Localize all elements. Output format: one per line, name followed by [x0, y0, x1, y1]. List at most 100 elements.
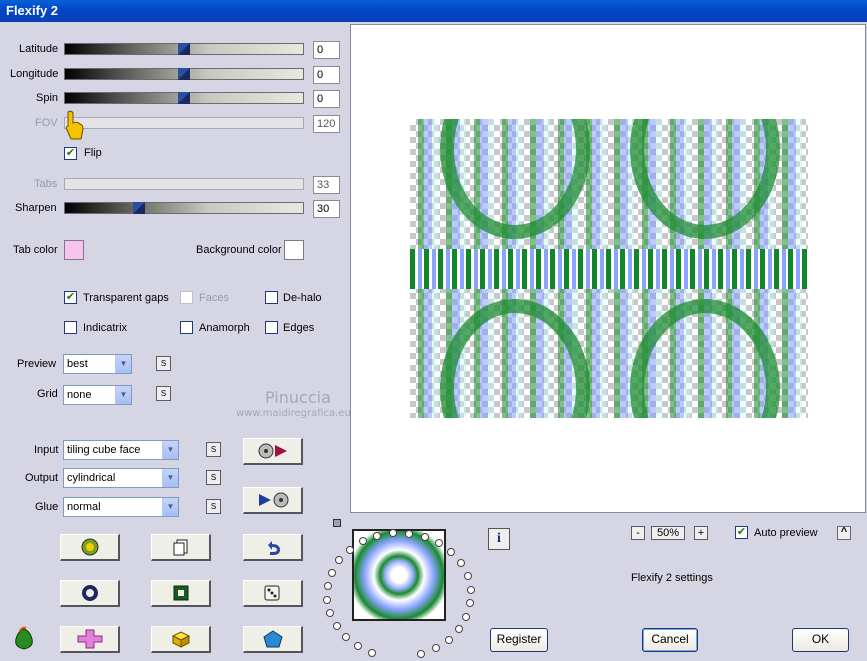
input-label: Input: [34, 444, 59, 456]
tabs-value[interactable]: 33: [313, 176, 340, 194]
tab-color-label: Tab color: [13, 244, 58, 256]
ring-dot: [405, 529, 414, 538]
background-color-swatch[interactable]: [284, 240, 304, 260]
ring-dot: [447, 548, 456, 557]
ok-button[interactable]: OK: [792, 628, 849, 652]
info-button[interactable]: i: [488, 528, 510, 550]
indicatrix-checkbox[interactable]: [64, 321, 77, 334]
preview-pane[interactable]: [350, 24, 866, 513]
grid-select-value: none: [67, 389, 92, 401]
transparent-gaps-label: Transparent gaps: [83, 292, 169, 304]
auto-preview-checkbox[interactable]: ✔: [735, 526, 748, 539]
ring-dot: [462, 612, 471, 621]
flip-label: Flip: [84, 147, 102, 159]
transparent-gaps-checkbox[interactable]: ✔: [64, 291, 77, 304]
ring-dot: [463, 571, 472, 580]
cancel-button[interactable]: Cancel: [642, 628, 698, 652]
grid-select[interactable]: none ▼: [63, 385, 132, 405]
pentagon-icon: [262, 630, 283, 648]
ring-dot: [466, 599, 475, 608]
output-s-button[interactable]: S: [206, 470, 221, 485]
register-button[interactable]: Register: [490, 628, 548, 652]
glue-s-button[interactable]: S: [206, 499, 221, 514]
pentagon-button[interactable]: [243, 626, 303, 653]
spin-label: Spin: [36, 92, 59, 104]
longitude-value[interactable]: 0: [313, 66, 340, 84]
fov-value[interactable]: 120: [313, 115, 340, 133]
chevron-down-icon[interactable]: ▼: [115, 386, 131, 404]
edges-label: Edges: [283, 322, 315, 334]
cube-button[interactable]: [151, 626, 211, 653]
load-input-button[interactable]: [243, 438, 303, 465]
collapse-button[interactable]: ^: [837, 526, 851, 540]
ring-icon: [81, 585, 98, 601]
dice-icon: [264, 585, 279, 601]
preview-label: Preview: [17, 358, 57, 370]
slider-thumb[interactable]: [178, 68, 190, 80]
undo-button[interactable]: [243, 534, 303, 561]
faces-checkbox[interactable]: [180, 291, 193, 304]
ring-dot: [323, 595, 332, 604]
latitude-value[interactable]: 0: [313, 41, 340, 59]
zoom-value: 50%: [651, 526, 685, 540]
random-button[interactable]: [60, 534, 120, 561]
ring-handle[interactable]: [333, 519, 341, 527]
sharpen-value[interactable]: 30: [313, 200, 340, 218]
longitude-slider[interactable]: [64, 68, 304, 80]
copy-icon: [173, 539, 187, 556]
spin-slider[interactable]: [64, 92, 304, 104]
indicatrix-label: Indicatrix: [83, 322, 128, 334]
edges-checkbox[interactable]: [265, 321, 278, 334]
ring-dot: [323, 581, 332, 590]
ring-dot: [342, 633, 351, 642]
zoom-out-button[interactable]: -: [631, 526, 645, 540]
tabs-label: Tabs: [34, 178, 58, 190]
ring-dot: [466, 585, 475, 594]
square-icon: [173, 585, 188, 601]
play-disc-icon: [258, 492, 288, 508]
watermark-url: www.maidiregrafica.eu: [236, 408, 351, 419]
slider-thumb[interactable]: [178, 92, 190, 104]
longitude-label: Longitude: [10, 68, 59, 80]
grid-s-button[interactable]: S: [156, 386, 171, 401]
glue-select[interactable]: normal ▼: [63, 497, 179, 517]
spin-value[interactable]: 0: [313, 90, 340, 108]
settings-name: Flexify 2 settings: [631, 572, 713, 584]
flip-checkbox[interactable]: ✔: [64, 147, 77, 160]
chevron-down-icon[interactable]: ▼: [162, 441, 178, 459]
slider-thumb[interactable]: [178, 43, 190, 55]
tabs-slider[interactable]: [64, 178, 304, 190]
sticker-icon: [81, 538, 98, 556]
output-select[interactable]: cylindrical ▼: [63, 468, 179, 488]
slider-thumb[interactable]: [133, 202, 145, 214]
de-halo-checkbox[interactable]: [265, 291, 278, 304]
chevron-down-icon[interactable]: ▼: [162, 469, 178, 487]
preview-s-button[interactable]: S: [156, 356, 171, 371]
input-s-button[interactable]: S: [206, 442, 221, 457]
fov-slider[interactable]: [64, 117, 304, 129]
faces-label: Faces: [199, 292, 229, 304]
save-output-button[interactable]: [243, 487, 303, 514]
copy-button[interactable]: [151, 534, 211, 561]
dice-button[interactable]: [243, 580, 303, 607]
input-select[interactable]: tiling cube face ▼: [63, 440, 179, 460]
ring-dot: [417, 649, 426, 658]
latitude-slider[interactable]: [64, 43, 304, 55]
glue-label: Glue: [35, 501, 59, 513]
chevron-down-icon[interactable]: ▼: [115, 355, 131, 373]
square-button[interactable]: [151, 580, 211, 607]
preview-select[interactable]: best ▼: [63, 354, 132, 374]
tab-color-swatch[interactable]: [64, 240, 84, 260]
ring-dot: [326, 609, 335, 618]
anamorph-checkbox[interactable]: [180, 321, 193, 334]
pointing-hand-icon: [65, 110, 84, 140]
plus-button[interactable]: [60, 626, 120, 653]
output-select-value: cylindrical: [67, 472, 116, 484]
ring-dot: [345, 545, 354, 554]
zoom-in-button[interactable]: +: [694, 526, 708, 540]
auto-preview-label: Auto preview: [754, 527, 818, 539]
sharpen-slider[interactable]: [64, 202, 304, 214]
undo-icon: [267, 541, 280, 555]
circle-button[interactable]: [60, 580, 120, 607]
chevron-down-icon[interactable]: ▼: [162, 498, 178, 516]
